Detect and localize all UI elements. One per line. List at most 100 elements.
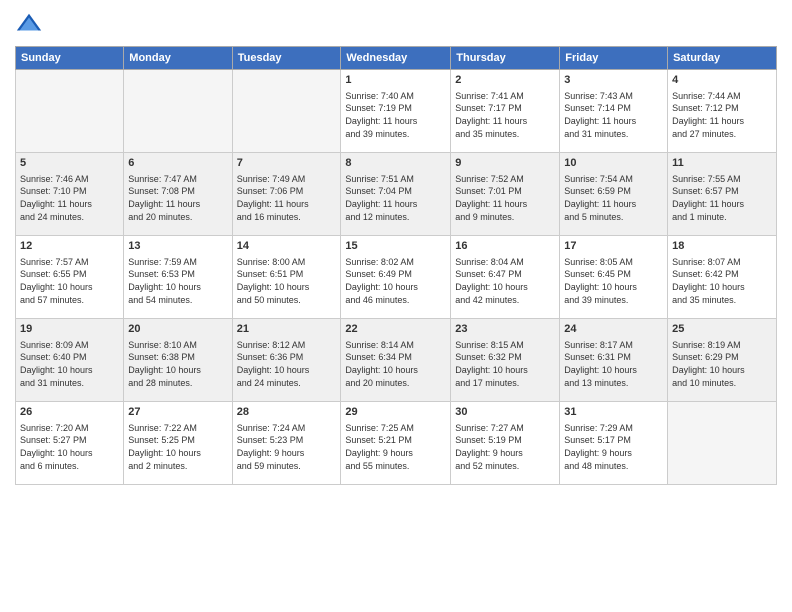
logo <box>15 10 47 38</box>
day-number: 24 <box>564 322 663 337</box>
calendar-day-23: 23 Sunrise: 8:15 AM Sunset: 6:32 PM Dayli… <box>451 319 560 402</box>
day-number: 14 <box>237 239 337 254</box>
calendar-day-12: 12Sunrise: 7:57 AM Sunset: 6:55 PM Dayli… <box>16 236 124 319</box>
weekday-header-row: SundayMondayTuesdayWednesdayThursdayFrid… <box>16 47 777 70</box>
calendar-day-4: 4 Sunrise: 7:44 AM Sunset: 7:12 PM Daylig… <box>668 70 777 153</box>
calendar-day-2: 2Sunrise: 7:41 AM Sunset: 7:17 PM Daylig… <box>451 70 560 153</box>
day-number: 20 <box>128 322 227 337</box>
calendar-day-17: 17 Sunrise: 8:05 AM Sunset: 6:45 PM Dayli… <box>560 236 668 319</box>
day-number: 19 <box>20 322 119 337</box>
day-info: Sunrise: 8:09 AM Sunset: 6:40 PM Dayligh… <box>20 339 119 389</box>
day-info: Sunrise: 8:15 AM Sunset: 6:32 PM Dayligh… <box>455 339 555 389</box>
weekday-header-wednesday: Wednesday <box>341 47 451 70</box>
logo-icon <box>15 10 43 38</box>
day-info: Sunrise: 8:02 AM Sunset: 6:49 PM Dayligh… <box>345 256 446 306</box>
day-info: Sunrise: 7:41 AM Sunset: 7:17 PM Dayligh… <box>455 90 555 140</box>
calendar-week-row: 26Sunrise: 7:20 AM Sunset: 5:27 PM Dayli… <box>16 402 777 485</box>
day-number: 30 <box>455 405 555 420</box>
day-info: Sunrise: 7:27 AM Sunset: 5:19 PM Dayligh… <box>455 422 555 472</box>
day-number: 5 <box>20 156 119 171</box>
calendar-day-1: 1 Sunrise: 7:40 AM Sunset: 7:19 PM Daylig… <box>341 70 451 153</box>
day-info: Sunrise: 7:51 AM Sunset: 7:04 PM Dayligh… <box>345 173 446 223</box>
day-number: 31 <box>564 405 663 420</box>
day-number: 29 <box>345 405 446 420</box>
calendar-empty-cell <box>16 70 124 153</box>
day-number: 21 <box>237 322 337 337</box>
calendar-week-row: 5Sunrise: 7:46 AM Sunset: 7:10 PM Daylig… <box>16 153 777 236</box>
day-number: 9 <box>455 156 555 171</box>
calendar-day-28: 28 Sunrise: 7:24 AM Sunset: 5:23 PM Dayli… <box>232 402 341 485</box>
calendar-day-15: 15 Sunrise: 8:02 AM Sunset: 6:49 PM Dayli… <box>341 236 451 319</box>
day-number: 26 <box>20 405 119 420</box>
day-info: Sunrise: 7:47 AM Sunset: 7:08 PM Dayligh… <box>128 173 227 223</box>
day-info: Sunrise: 7:25 AM Sunset: 5:21 PM Dayligh… <box>345 422 446 472</box>
day-number: 27 <box>128 405 227 420</box>
day-number: 28 <box>237 405 337 420</box>
day-info: Sunrise: 8:05 AM Sunset: 6:45 PM Dayligh… <box>564 256 663 306</box>
day-number: 7 <box>237 156 337 171</box>
day-number: 6 <box>128 156 227 171</box>
calendar-day-5: 5Sunrise: 7:46 AM Sunset: 7:10 PM Daylig… <box>16 153 124 236</box>
day-info: Sunrise: 7:54 AM Sunset: 6:59 PM Dayligh… <box>564 173 663 223</box>
calendar-day-26: 26Sunrise: 7:20 AM Sunset: 5:27 PM Dayli… <box>16 402 124 485</box>
calendar-day-22: 22 Sunrise: 8:14 AM Sunset: 6:34 PM Dayli… <box>341 319 451 402</box>
day-info: Sunrise: 8:04 AM Sunset: 6:47 PM Dayligh… <box>455 256 555 306</box>
calendar-day-30: 30 Sunrise: 7:27 AM Sunset: 5:19 PM Dayli… <box>451 402 560 485</box>
weekday-header-thursday: Thursday <box>451 47 560 70</box>
day-number: 4 <box>672 73 772 88</box>
calendar-day-16: 16Sunrise: 8:04 AM Sunset: 6:47 PM Dayli… <box>451 236 560 319</box>
calendar-week-row: 19 Sunrise: 8:09 AM Sunset: 6:40 PM Dayli… <box>16 319 777 402</box>
calendar-day-11: 11Sunrise: 7:55 AM Sunset: 6:57 PM Dayli… <box>668 153 777 236</box>
calendar-day-27: 27Sunrise: 7:22 AM Sunset: 5:25 PM Dayli… <box>124 402 232 485</box>
calendar-day-9: 9 Sunrise: 7:52 AM Sunset: 7:01 PM Daylig… <box>451 153 560 236</box>
day-number: 10 <box>564 156 663 171</box>
day-info: Sunrise: 7:59 AM Sunset: 6:53 PM Dayligh… <box>128 256 227 306</box>
calendar-day-19: 19 Sunrise: 8:09 AM Sunset: 6:40 PM Dayli… <box>16 319 124 402</box>
day-info: Sunrise: 7:29 AM Sunset: 5:17 PM Dayligh… <box>564 422 663 472</box>
calendar-empty-cell <box>124 70 232 153</box>
header <box>15 10 777 38</box>
day-info: Sunrise: 7:24 AM Sunset: 5:23 PM Dayligh… <box>237 422 337 472</box>
calendar-week-row: 1 Sunrise: 7:40 AM Sunset: 7:19 PM Daylig… <box>16 70 777 153</box>
weekday-header-friday: Friday <box>560 47 668 70</box>
weekday-header-sunday: Sunday <box>16 47 124 70</box>
day-info: Sunrise: 8:19 AM Sunset: 6:29 PM Dayligh… <box>672 339 772 389</box>
day-info: Sunrise: 8:10 AM Sunset: 6:38 PM Dayligh… <box>128 339 227 389</box>
day-number: 11 <box>672 156 772 171</box>
day-info: Sunrise: 8:17 AM Sunset: 6:31 PM Dayligh… <box>564 339 663 389</box>
calendar-empty-cell <box>668 402 777 485</box>
day-info: Sunrise: 8:07 AM Sunset: 6:42 PM Dayligh… <box>672 256 772 306</box>
day-info: Sunrise: 8:12 AM Sunset: 6:36 PM Dayligh… <box>237 339 337 389</box>
calendar-day-6: 6 Sunrise: 7:47 AM Sunset: 7:08 PM Daylig… <box>124 153 232 236</box>
calendar-day-25: 25 Sunrise: 8:19 AM Sunset: 6:29 PM Dayli… <box>668 319 777 402</box>
day-number: 13 <box>128 239 227 254</box>
day-number: 8 <box>345 156 446 171</box>
calendar-day-20: 20 Sunrise: 8:10 AM Sunset: 6:38 PM Dayli… <box>124 319 232 402</box>
day-info: Sunrise: 7:52 AM Sunset: 7:01 PM Dayligh… <box>455 173 555 223</box>
day-info: Sunrise: 7:57 AM Sunset: 6:55 PM Dayligh… <box>20 256 119 306</box>
calendar-day-14: 14 Sunrise: 8:00 AM Sunset: 6:51 PM Dayli… <box>232 236 341 319</box>
day-number: 17 <box>564 239 663 254</box>
calendar-day-10: 10 Sunrise: 7:54 AM Sunset: 6:59 PM Dayli… <box>560 153 668 236</box>
day-number: 3 <box>564 73 663 88</box>
day-info: Sunrise: 8:00 AM Sunset: 6:51 PM Dayligh… <box>237 256 337 306</box>
calendar-day-21: 21 Sunrise: 8:12 AM Sunset: 6:36 PM Dayli… <box>232 319 341 402</box>
day-number: 15 <box>345 239 446 254</box>
weekday-header-monday: Monday <box>124 47 232 70</box>
day-number: 1 <box>345 73 446 88</box>
day-number: 23 <box>455 322 555 337</box>
day-number: 22 <box>345 322 446 337</box>
day-info: Sunrise: 8:14 AM Sunset: 6:34 PM Dayligh… <box>345 339 446 389</box>
page-container: SundayMondayTuesdayWednesdayThursdayFrid… <box>0 0 792 490</box>
calendar-empty-cell <box>232 70 341 153</box>
calendar-day-8: 8 Sunrise: 7:51 AM Sunset: 7:04 PM Daylig… <box>341 153 451 236</box>
day-info: Sunrise: 7:49 AM Sunset: 7:06 PM Dayligh… <box>237 173 337 223</box>
calendar-day-29: 29 Sunrise: 7:25 AM Sunset: 5:21 PM Dayli… <box>341 402 451 485</box>
day-info: Sunrise: 7:40 AM Sunset: 7:19 PM Dayligh… <box>345 90 446 140</box>
calendar-day-18: 18Sunrise: 8:07 AM Sunset: 6:42 PM Dayli… <box>668 236 777 319</box>
calendar-day-13: 13 Sunrise: 7:59 AM Sunset: 6:53 PM Dayli… <box>124 236 232 319</box>
calendar-day-24: 24 Sunrise: 8:17 AM Sunset: 6:31 PM Dayli… <box>560 319 668 402</box>
day-info: Sunrise: 7:44 AM Sunset: 7:12 PM Dayligh… <box>672 90 772 140</box>
day-number: 25 <box>672 322 772 337</box>
day-info: Sunrise: 7:43 AM Sunset: 7:14 PM Dayligh… <box>564 90 663 140</box>
